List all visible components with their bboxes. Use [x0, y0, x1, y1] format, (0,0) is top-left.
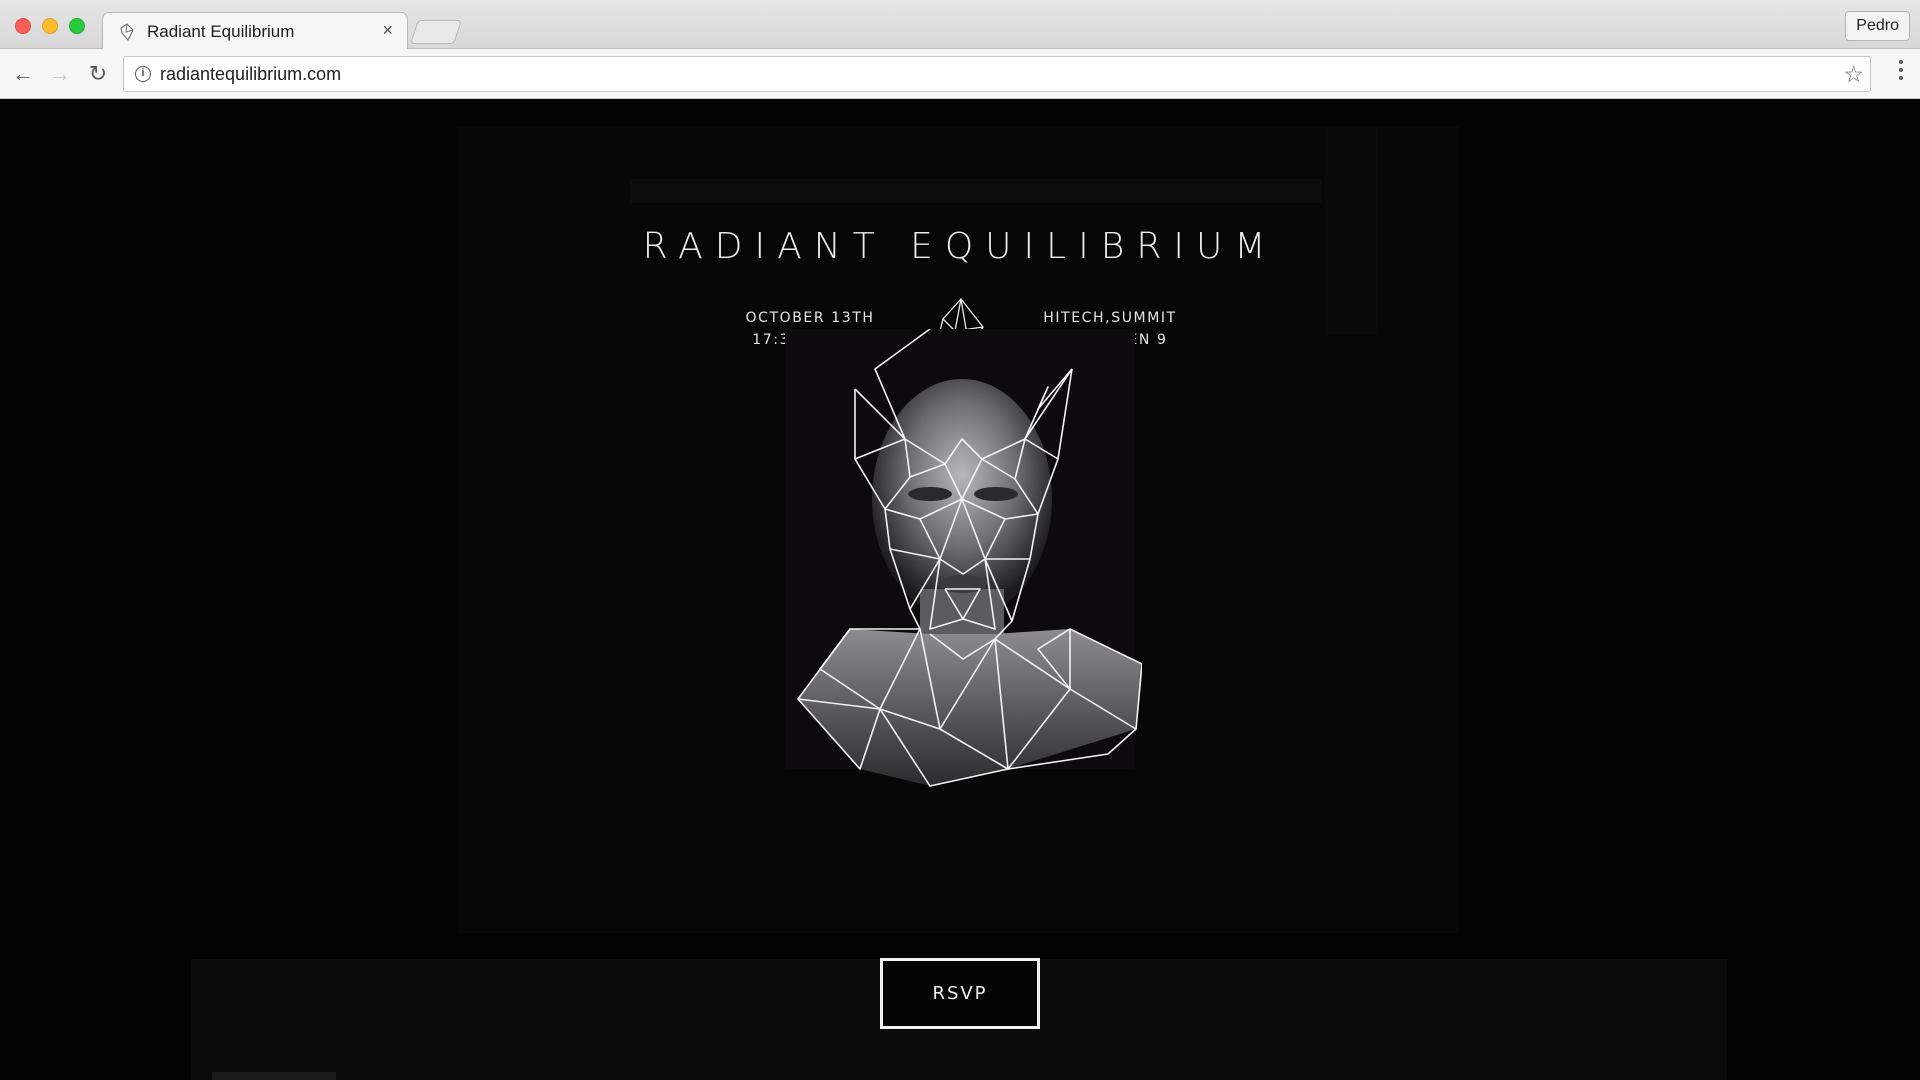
browser-chrome: Radiant Equilibrium × Pedro ← → ↻ i radi… — [0, 0, 1920, 99]
tab-strip: Radiant Equilibrium × Pedro — [0, 0, 1920, 50]
new-tab-button[interactable] — [410, 20, 462, 44]
geometric-portrait-illustration — [785, 329, 1142, 787]
close-window-button[interactable] — [15, 18, 31, 34]
maximize-window-button[interactable] — [69, 18, 85, 34]
forward-arrow-icon[interactable]: → — [47, 61, 73, 87]
address-bar[interactable]: i radiantequilibrium.com ☆ — [123, 56, 1871, 92]
footer-bar — [212, 1072, 336, 1080]
rsvp-button[interactable]: RSVP — [880, 958, 1040, 1029]
tab-title: Radiant Equilibrium — [147, 22, 295, 41]
event-date: OCTOBER 13TH — [745, 310, 875, 326]
reload-icon[interactable]: ↻ — [85, 61, 111, 87]
toolbar: ← → ↻ i radiantequilibrium.com ☆ — [0, 49, 1920, 99]
tab-radiant-equilibrium[interactable]: Radiant Equilibrium × — [102, 12, 408, 50]
page-content: RADIANT EQUILIBRIUM OCTOBER 13TH 17:30 -… — [0, 99, 1920, 1080]
star-icon[interactable]: ☆ — [1843, 61, 1864, 88]
minimize-window-button[interactable] — [42, 18, 58, 34]
event-title: RADIANT EQUILIBRIUM — [642, 226, 1278, 267]
back-arrow-icon[interactable]: ← — [10, 61, 36, 87]
profile-button[interactable]: Pedro — [1845, 11, 1910, 41]
info-icon[interactable]: i — [135, 66, 151, 82]
favicon-icon — [120, 23, 134, 41]
url-text[interactable]: radiantequilibrium.com — [160, 64, 341, 85]
menu-dots-icon[interactable] — [1898, 60, 1904, 88]
tab-close-icon[interactable]: × — [382, 20, 393, 41]
poster-shade — [630, 179, 1322, 203]
event-venue: HITECH,SUMMIT — [1043, 310, 1177, 326]
